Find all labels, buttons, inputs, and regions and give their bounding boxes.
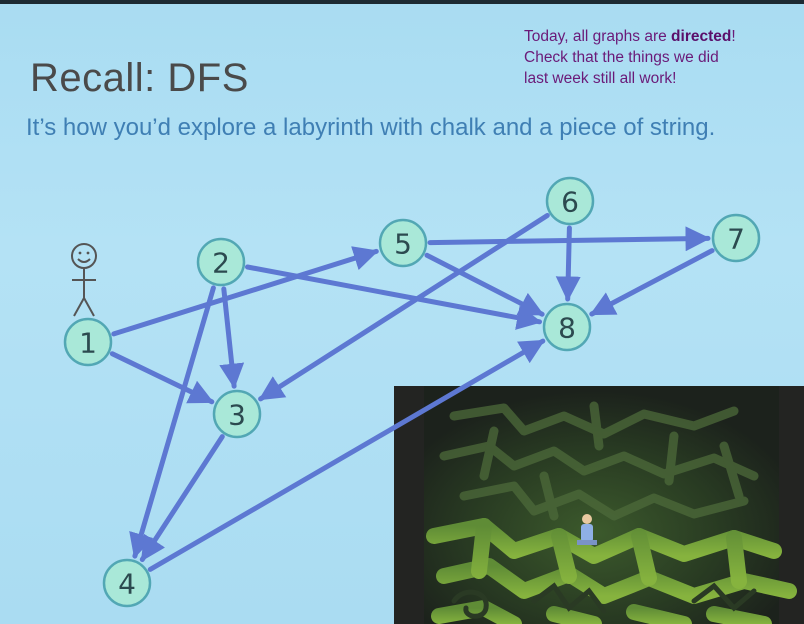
nodes-layer: 1 2 3 4 5 6 7 8 — [63, 176, 761, 608]
edge-7-to-8 — [589, 248, 715, 317]
node-1-label: 1 — [79, 327, 97, 360]
node-2: 2 — [196, 237, 246, 287]
node-2-label: 2 — [212, 247, 230, 280]
node-6-label: 6 — [561, 186, 579, 219]
node-4: 4 — [102, 558, 152, 608]
node-5-label: 5 — [394, 228, 412, 261]
edge-1-to-3 — [109, 351, 215, 405]
stick-figure-icon — [71, 243, 97, 317]
dfs-graph: 1 2 3 4 5 6 7 8 — [63, 176, 761, 608]
node-8-label: 8 — [558, 312, 576, 345]
node-5: 5 — [378, 218, 428, 268]
edge-2-to-3 — [219, 286, 245, 389]
node-7-label: 7 — [727, 223, 745, 256]
node-3-label: 3 — [228, 399, 246, 432]
node-1: 1 — [63, 317, 113, 367]
node-6: 6 — [545, 176, 595, 226]
edge-2-to-4 — [129, 285, 216, 559]
node-4-label: 4 — [118, 568, 136, 601]
node-7: 7 — [711, 213, 761, 263]
node-8: 8 — [542, 302, 592, 352]
node-3: 3 — [212, 389, 262, 439]
edge-6-to-8 — [555, 225, 581, 302]
